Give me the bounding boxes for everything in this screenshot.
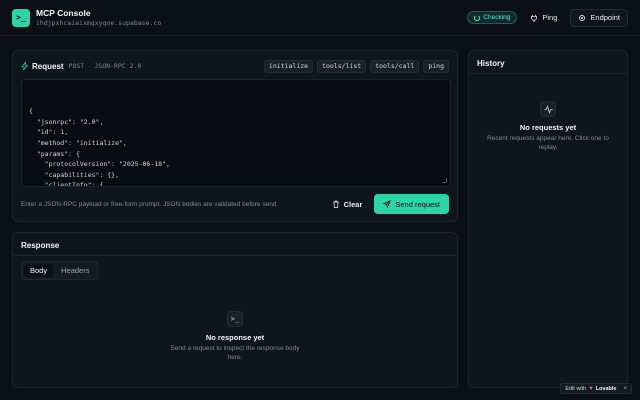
preset-initialize[interactable]: initialize [263,59,314,73]
history-empty-desc-line2: replay. [538,143,558,151]
request-body-text: { "jsonrpc": "2.0", "id": 1, "method": "… [29,107,170,187]
resize-handle[interactable] [442,178,447,183]
terminal-icon: >_ [227,311,243,327]
history-empty-desc: Recent requests appear here. Click one t… [487,135,609,152]
history-divider [469,73,627,74]
activity-icon [540,101,556,117]
brand: MCP Console ihdjpxhcaiaixmqxyqoe.supabas… [36,8,161,28]
status-label: Checking [483,14,511,21]
request-actions: Clear Send request [328,194,449,214]
send-request-button[interactable]: Send request [374,194,449,214]
spinner-icon [474,14,481,21]
response-empty-title: No response yet [205,333,265,342]
response-tabs: Body Headers [21,261,99,280]
zap-icon [21,62,29,70]
request-panel: Request POST · JSON-RPC 2.0 initialize t… [12,50,458,222]
response-title: Response [21,241,60,250]
gear-icon [579,14,586,21]
request-footer: Enter a JSON-RPC payload or free-form pr… [21,194,449,214]
app-title: MCP Console [36,7,91,18]
endpoint-host: ihdjpxhcaiaixmqxyqoe.supabase.co [36,18,162,27]
response-panel: Response Body Headers >_ No response yet… [12,232,458,388]
request-body-editor[interactable]: { "jsonrpc": "2.0", "id": 1, "method": "… [21,79,451,187]
badge-brand: Lovable [595,385,617,392]
preset-chips: initialize tools/list tools/call ping [263,59,449,73]
history-empty-state: No requests yet Recent requests appear h… [469,101,627,152]
heart-icon: ♥ [589,385,593,392]
plug-icon [531,14,538,22]
preset-tools-list[interactable]: tools/list [317,59,367,73]
ping-button[interactable]: Ping [523,9,564,27]
endpoint-button[interactable]: Endpoint [570,8,628,27]
ping-label: Ping [542,13,558,22]
response-empty-desc-line2: here. [227,353,243,361]
request-hint: Enter a JSON-RPC payload or free-form pr… [21,200,279,208]
edit-with-lovable-badge[interactable]: Edit with ♥ Lovable × [560,383,632,394]
request-header: Request POST · JSON-RPC 2.0 initialize t… [21,59,449,73]
endpoint-label: Endpoint [590,13,620,22]
history-empty-desc-line1: Recent requests appear here. Click one t… [487,135,609,142]
top-header: >_ MCP Console ihdjpxhcaiaixmqxyqoe.supa… [0,0,640,36]
send-label: Send request [395,199,440,209]
request-protocol: JSON-RPC 2.0 [94,62,142,70]
preset-tools-call[interactable]: tools/call [370,59,420,73]
history-title: History [477,59,505,68]
pulse-glyph [543,104,553,114]
request-title: Request [32,61,64,71]
response-empty-desc: Send a request to inspect the response b… [170,345,299,362]
response-divider [13,255,457,256]
request-separator: · [88,62,91,70]
request-method: POST [68,62,85,70]
history-panel: History No requests yet Recent requests … [468,50,628,388]
badge-prefix: Edit with [565,385,587,392]
header-actions: Checking Ping Endpoint [467,8,628,27]
terminal-logo-icon: >_ [12,8,30,27]
trash-icon [332,200,339,208]
clear-label: Clear [343,199,363,209]
history-empty-title: No requests yet [519,123,577,132]
response-empty-desc-line1: Send a request to inspect the response b… [170,345,300,352]
tab-headers[interactable]: Headers [55,264,95,277]
clear-button[interactable]: Clear [328,195,367,213]
tab-body[interactable]: Body [24,264,54,277]
preset-ping[interactable]: ping [423,59,449,73]
send-icon [383,200,392,208]
close-icon[interactable]: × [623,386,627,392]
response-empty-state: >_ No response yet Send a request to ins… [13,311,457,362]
status-badge: Checking [467,11,518,24]
